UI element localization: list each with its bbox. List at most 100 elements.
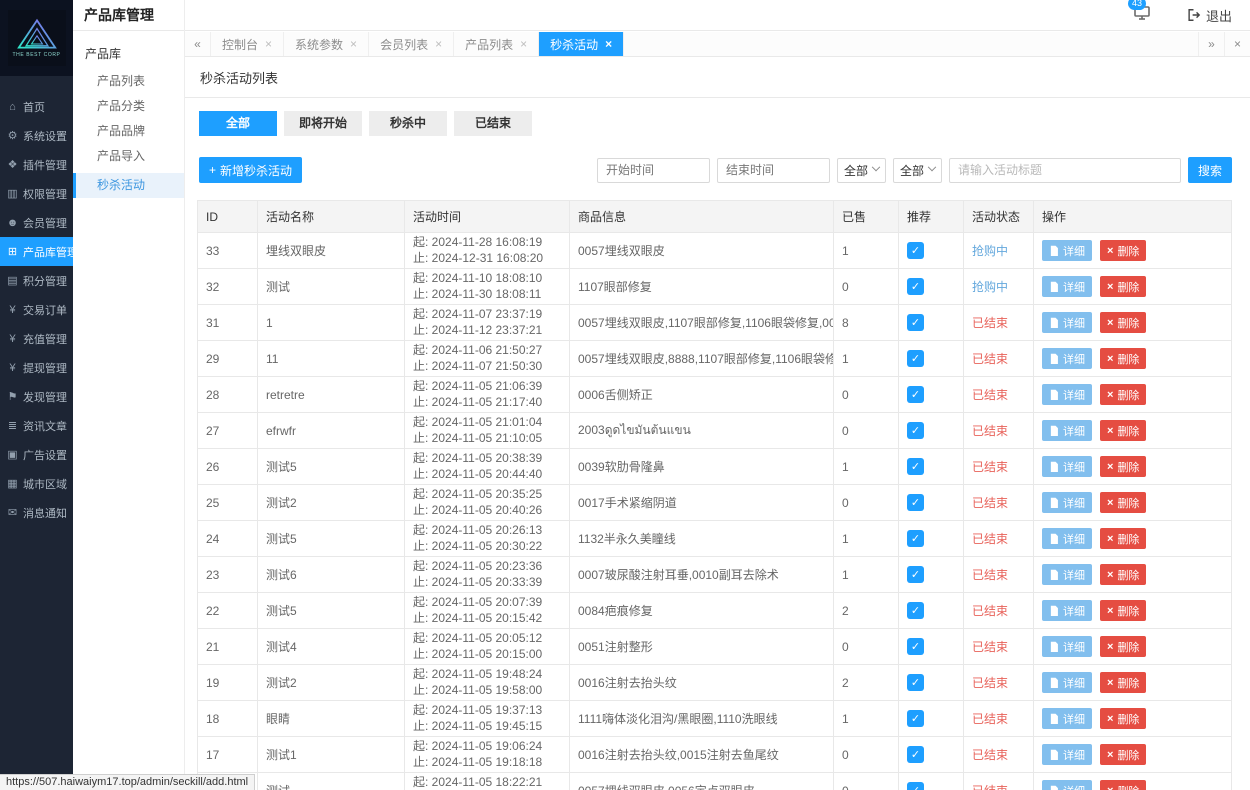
- recommend-checkbox[interactable]: ✓: [907, 566, 924, 583]
- delete-button[interactable]: ×删除: [1100, 780, 1147, 790]
- tab-秒杀活动[interactable]: 秒杀活动 ×: [539, 32, 625, 56]
- filter-button[interactable]: 秒杀中: [369, 111, 447, 136]
- search-button[interactable]: 搜索: [1188, 157, 1232, 183]
- detail-button[interactable]: 详细: [1042, 492, 1092, 513]
- sidebar-item-ads[interactable]: ▣ 广告设置: [0, 440, 73, 469]
- sidebar-item-home[interactable]: ⌂ 首页: [0, 92, 73, 121]
- sidebar-item-permissions[interactable]: ▥ 权限管理: [0, 179, 73, 208]
- sidebar-item-plugins[interactable]: ❖ 插件管理: [0, 150, 73, 179]
- recommend-checkbox[interactable]: ✓: [907, 242, 924, 259]
- delete-button[interactable]: ×删除: [1100, 240, 1147, 261]
- submenu-item[interactable]: 产品导入: [73, 144, 184, 169]
- recommend-checkbox[interactable]: ✓: [907, 350, 924, 367]
- submenu-item[interactable]: 产品品牌: [73, 119, 184, 144]
- tab-系统参数[interactable]: 系统参数 ×: [284, 32, 370, 56]
- recommend-checkbox[interactable]: ✓: [907, 710, 924, 727]
- tab-会员列表[interactable]: 会员列表 ×: [369, 32, 455, 56]
- recommend-checkbox[interactable]: ✓: [907, 458, 924, 475]
- delete-button[interactable]: ×删除: [1100, 600, 1147, 621]
- detail-button[interactable]: 详细: [1042, 384, 1092, 405]
- recommend-checkbox[interactable]: ✓: [907, 494, 924, 511]
- start-time-input[interactable]: [597, 157, 710, 183]
- sidebar-item-members[interactable]: ☻ 会员管理: [0, 208, 73, 237]
- delete-button[interactable]: ×删除: [1100, 492, 1147, 513]
- delete-button[interactable]: ×删除: [1100, 744, 1147, 765]
- cell-sold-count: 0: [833, 628, 899, 665]
- tab-close-icon[interactable]: ×: [435, 37, 442, 51]
- submenu-item[interactable]: 秒杀活动: [73, 173, 184, 198]
- detail-button[interactable]: 详细: [1042, 600, 1092, 621]
- delete-button[interactable]: ×删除: [1100, 276, 1147, 297]
- recommend-checkbox[interactable]: ✓: [907, 782, 924, 790]
- recommend-checkbox[interactable]: ✓: [907, 530, 924, 547]
- delete-button[interactable]: ×删除: [1100, 312, 1147, 333]
- detail-button[interactable]: 详细: [1042, 564, 1092, 585]
- delete-button[interactable]: ×删除: [1100, 420, 1147, 441]
- sidebar-item-products[interactable]: ⊞ 产品库管理: [0, 237, 78, 266]
- submenu-item[interactable]: 产品列表: [73, 69, 184, 94]
- sidebar-item-notice[interactable]: ✉ 消息通知: [0, 498, 73, 527]
- detail-button[interactable]: 详细: [1042, 348, 1092, 369]
- sidebar-item-city[interactable]: ▦ 城市区域: [0, 469, 73, 498]
- delete-button[interactable]: ×删除: [1100, 456, 1147, 477]
- sidebar-item-discover[interactable]: ⚑ 发现管理: [0, 382, 73, 411]
- filter-button[interactable]: 已结束: [454, 111, 532, 136]
- brand-logo[interactable]: THE BEST CORP: [0, 0, 73, 76]
- detail-button[interactable]: 详细: [1042, 276, 1092, 297]
- delete-button[interactable]: ×删除: [1100, 384, 1147, 405]
- tab-close-icon[interactable]: ×: [520, 37, 527, 51]
- detail-button[interactable]: 详细: [1042, 672, 1092, 693]
- sidebar-item-recharge[interactable]: ¥ 充值管理: [0, 324, 73, 353]
- sidebar-item-withdraw[interactable]: ¥ 提现管理: [0, 353, 73, 382]
- sidebar-item-settings[interactable]: ⚙ 系统设置: [0, 121, 73, 150]
- recommend-select[interactable]: 全部: [893, 157, 942, 183]
- tab-close-icon[interactable]: ×: [605, 37, 612, 51]
- tabs-close-button[interactable]: ×: [1224, 32, 1250, 56]
- recommend-checkbox[interactable]: ✓: [907, 638, 924, 655]
- cell-sold-count: 0: [833, 736, 899, 773]
- tab-产品列表[interactable]: 产品列表 ×: [454, 32, 540, 56]
- delete-button[interactable]: ×删除: [1100, 636, 1147, 657]
- tab-close-icon[interactable]: ×: [350, 37, 357, 51]
- recommend-checkbox[interactable]: ✓: [907, 314, 924, 331]
- logout-button[interactable]: 退出: [1186, 6, 1232, 25]
- recommend-checkbox[interactable]: ✓: [907, 674, 924, 691]
- delete-button[interactable]: ×删除: [1100, 564, 1147, 585]
- detail-button[interactable]: 详细: [1042, 312, 1092, 333]
- tabs-scroll-left-button[interactable]: «: [185, 32, 211, 56]
- detail-button[interactable]: 详细: [1042, 420, 1092, 441]
- tab-控制台[interactable]: 控制台 ×: [211, 32, 285, 56]
- add-seckill-button[interactable]: + 新增秒杀活动: [199, 157, 303, 183]
- recommend-checkbox[interactable]: ✓: [907, 386, 924, 403]
- detail-button[interactable]: 详细: [1042, 744, 1092, 765]
- detail-button[interactable]: 详细: [1042, 528, 1092, 549]
- filter-button[interactable]: 即将开始: [284, 111, 362, 136]
- status-select-value: 全部: [844, 163, 869, 178]
- delete-button[interactable]: ×删除: [1100, 528, 1147, 549]
- detail-button[interactable]: 详细: [1042, 780, 1092, 790]
- delete-button[interactable]: ×删除: [1100, 348, 1147, 369]
- submenu-item[interactable]: 产品分类: [73, 94, 184, 119]
- filter-button[interactable]: 全部: [199, 111, 277, 136]
- sidebar-item-points[interactable]: ▤ 积分管理: [0, 266, 73, 295]
- detail-button[interactable]: 详细: [1042, 456, 1092, 477]
- end-time-input[interactable]: [717, 157, 830, 183]
- delete-button[interactable]: ×删除: [1100, 672, 1147, 693]
- recommend-checkbox[interactable]: ✓: [907, 602, 924, 619]
- recommend-checkbox[interactable]: ✓: [907, 422, 924, 439]
- recommend-checkbox[interactable]: ✓: [907, 746, 924, 763]
- sidebar-item-orders[interactable]: ¥ 交易订单: [0, 295, 73, 324]
- chevron-down-icon: [927, 162, 937, 172]
- keyword-input[interactable]: [949, 157, 1181, 183]
- notice-icon: ✉: [7, 507, 18, 519]
- detail-button[interactable]: 详细: [1042, 708, 1092, 729]
- status-select[interactable]: 全部: [837, 157, 886, 183]
- tab-close-icon[interactable]: ×: [265, 37, 272, 51]
- detail-button[interactable]: 详细: [1042, 240, 1092, 261]
- detail-button[interactable]: 详细: [1042, 636, 1092, 657]
- tabs-scroll-right-button[interactable]: »: [1198, 32, 1224, 56]
- delete-button[interactable]: ×删除: [1100, 708, 1147, 729]
- sidebar-item-articles[interactable]: ≣ 资讯文章: [0, 411, 73, 440]
- recommend-checkbox[interactable]: ✓: [907, 278, 924, 295]
- notifications-button[interactable]: 43: [1127, 0, 1150, 25]
